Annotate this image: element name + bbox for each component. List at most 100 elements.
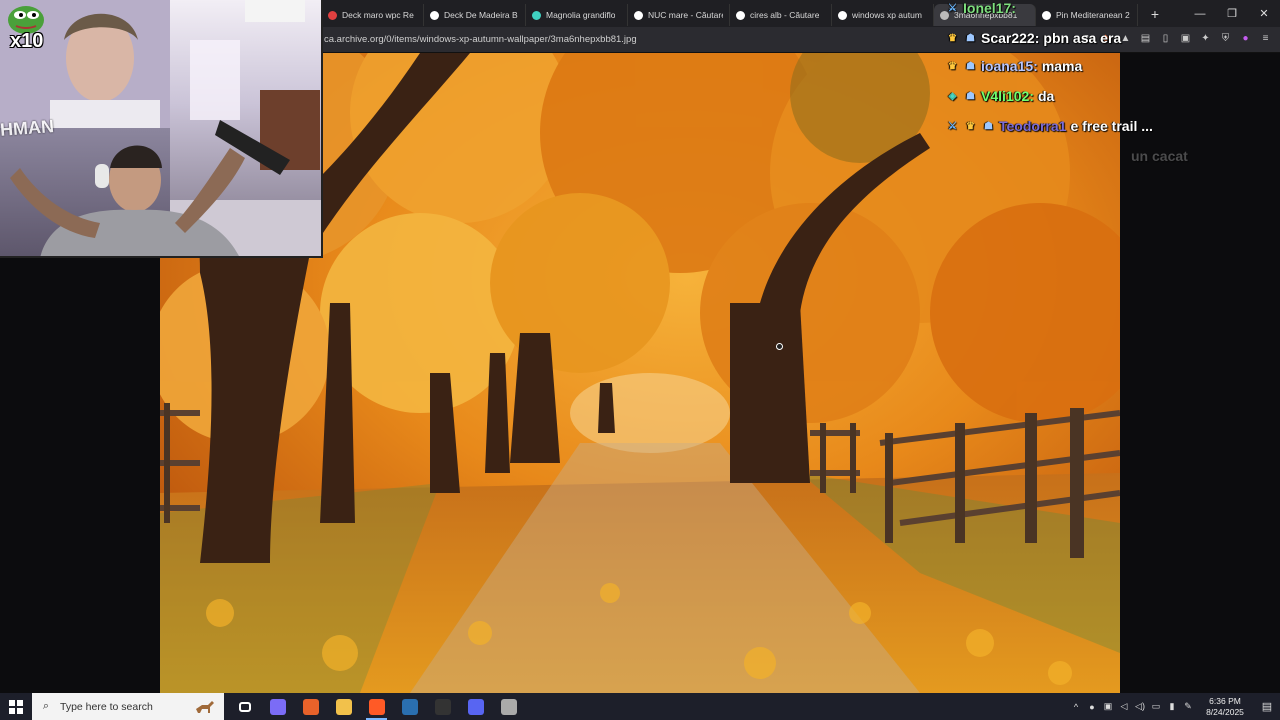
- crown-badge-icon: ♛: [966, 120, 975, 132]
- vpn-icon[interactable]: ⛨: [1219, 32, 1232, 45]
- chat-username: Scar222:: [981, 30, 1040, 46]
- file-explorer-icon: [335, 698, 352, 715]
- tab-title: cires alb - Căutare: [750, 10, 820, 20]
- tab-title: Deck De Madeira B: [444, 10, 518, 20]
- tab-title: Pin Mediteranean 2: [1056, 10, 1130, 20]
- chat-message: ⚔ Ionel17:: [945, 0, 1020, 16]
- tab-title: Deck maro wpc Re: [342, 10, 414, 20]
- close-button[interactable]: ✕: [1248, 0, 1280, 27]
- chat-message: ◈ ☗ V4li102: da: [945, 88, 1055, 104]
- chat-message-text: e free trail ...: [1070, 118, 1153, 134]
- mouse-cursor: [776, 343, 783, 350]
- ai-leo-icon[interactable]: ●: [1239, 32, 1252, 45]
- chat-message-text: da: [1037, 88, 1055, 104]
- discord-icon: [467, 698, 484, 715]
- streamer-webcam-overlay: x10 HMAN: [0, 0, 323, 258]
- obs-icon: [500, 698, 517, 715]
- chat-message: un cacat: [1127, 148, 1188, 164]
- terminal-icon: [434, 698, 451, 715]
- taskbar-app-list: [228, 693, 525, 720]
- steam-icon: [401, 698, 418, 715]
- taskbar-search-box[interactable]: ⌕ Type here to search: [32, 693, 224, 720]
- browser-tab[interactable]: Deck maro wpc Re: [322, 4, 424, 26]
- tab-favicon-icon: [328, 10, 337, 20]
- task-view-icon: [238, 701, 251, 712]
- taskbar-app-brave[interactable]: [360, 693, 393, 720]
- windows-taskbar: ⌕ Type here to search ^ ● ▣ ◁ ◁) ▭ ▮ ✎ 6…: [0, 693, 1280, 720]
- clock-time: 6:36 PM: [1209, 695, 1241, 706]
- taskbar-app-task-view[interactable]: [228, 693, 261, 720]
- chat-message: ♛ ☗ ioana15: mama: [945, 58, 1082, 74]
- taskbar-app-obs[interactable]: [492, 693, 525, 720]
- new-tab-button[interactable]: +: [1144, 3, 1166, 25]
- network-icon[interactable]: ▭: [1148, 693, 1164, 720]
- pen-icon[interactable]: ✎: [1180, 693, 1196, 720]
- second-person-illustration: [10, 145, 245, 256]
- reading-mode-icon[interactable]: ▤: [1139, 32, 1152, 45]
- sword-badge-icon: ⚔: [948, 2, 957, 14]
- clock-date: 8/24/2025: [1206, 706, 1244, 717]
- microsoft-365-icon: [302, 698, 319, 715]
- extensions-icon[interactable]: ✦: [1199, 32, 1212, 45]
- menu-icon[interactable]: ≡: [1259, 32, 1272, 45]
- webcam-banner-text: HMAN: [0, 116, 55, 140]
- volume-icon[interactable]: ◁): [1132, 693, 1148, 720]
- tray-overflow-chevron-icon[interactable]: ^: [1068, 693, 1084, 720]
- browser-tab[interactable]: windows xp autum: [832, 4, 934, 26]
- chat-message: ⚔ ♛ ☗ Teodorra1 e free trail ...: [945, 118, 1153, 134]
- tab-favicon-icon: [430, 10, 439, 20]
- browser-tab[interactable]: Pin Mediteranean 2: [1036, 4, 1138, 26]
- window-controls: — ❐ ✕: [1184, 0, 1280, 27]
- robot-badge-icon: ☗: [966, 32, 975, 44]
- robot-badge-icon: ☗: [984, 120, 993, 132]
- crown-badge-icon: ♛: [948, 60, 957, 72]
- robot-badge-icon: ☗: [966, 90, 975, 102]
- tab-favicon-icon: [1042, 10, 1051, 20]
- taskbar-app-terminal[interactable]: [426, 693, 459, 720]
- sword-badge-icon: ⚔: [948, 120, 957, 132]
- taskbar-clock[interactable]: 6:36 PM 8/24/2025: [1196, 696, 1254, 718]
- tab-title: Magnolia grandiflo: [546, 10, 616, 20]
- chat-message-text: un cacat: [1131, 148, 1188, 164]
- copilot-icon: [269, 698, 286, 715]
- webcam-top-feed: x10: [0, 0, 170, 128]
- brave-icon: [368, 698, 385, 715]
- url-text[interactable]: ca.archive.org/0/items/windows-xp-autumn…: [324, 34, 637, 45]
- speaker-icon[interactable]: ◁: [1116, 693, 1132, 720]
- battery-icon[interactable]: ▮: [1164, 693, 1180, 720]
- microphone-icon[interactable]: ●: [1084, 693, 1100, 720]
- browser-tab[interactable]: Magnolia grandiflo: [526, 4, 628, 26]
- browser-tab[interactable]: NUC mare - Căutare: [628, 4, 730, 26]
- robot-badge-icon: ☗: [966, 60, 975, 72]
- system-tray: ^ ● ▣ ◁ ◁) ▭ ▮ ✎ 6:36 PM 8/24/2025 ▤: [1068, 693, 1280, 720]
- tray-app-icon[interactable]: ▣: [1100, 693, 1116, 720]
- search-highlight-deer-icon: [196, 701, 214, 713]
- browser-tab[interactable]: cires alb - Căutare: [730, 4, 832, 26]
- browser-tab[interactable]: Deck De Madeira B: [424, 4, 526, 26]
- taskbar-app-steam[interactable]: [393, 693, 426, 720]
- chat-username: Ionel17:: [963, 0, 1016, 16]
- tab-favicon-icon: [532, 10, 541, 20]
- tab-favicon-icon: [634, 10, 643, 20]
- sidebar-icon[interactable]: ▯: [1159, 32, 1172, 45]
- crown-badge-icon: ♛: [948, 32, 957, 44]
- wallet-icon[interactable]: ▣: [1179, 32, 1192, 45]
- start-button[interactable]: [0, 693, 32, 720]
- search-icon: ⌕: [42, 700, 50, 712]
- chat-message-text: pbn asa era: [1043, 30, 1122, 46]
- tab-title: NUC mare - Căutare: [648, 10, 723, 20]
- emote-multiplier: x10: [10, 30, 44, 52]
- sub-badge-icon: ◈: [948, 90, 957, 102]
- chat-message-text: mama: [1041, 58, 1083, 74]
- chat-message: ♛ ☗ Scar222: pbn asa era: [945, 30, 1121, 46]
- notification-center-icon[interactable]: ▤: [1254, 693, 1280, 720]
- taskbar-app-microsoft-365[interactable]: [294, 693, 327, 720]
- taskbar-app-copilot[interactable]: [261, 693, 294, 720]
- minimize-button[interactable]: —: [1184, 0, 1216, 27]
- webcam-bottom-feed: [0, 128, 245, 256]
- taskbar-app-file-explorer[interactable]: [327, 693, 360, 720]
- tab-title: windows xp autum: [852, 10, 922, 20]
- taskbar-app-discord[interactable]: [459, 693, 492, 720]
- restore-button[interactable]: ❐: [1216, 0, 1248, 27]
- tab-favicon-icon: [838, 10, 847, 20]
